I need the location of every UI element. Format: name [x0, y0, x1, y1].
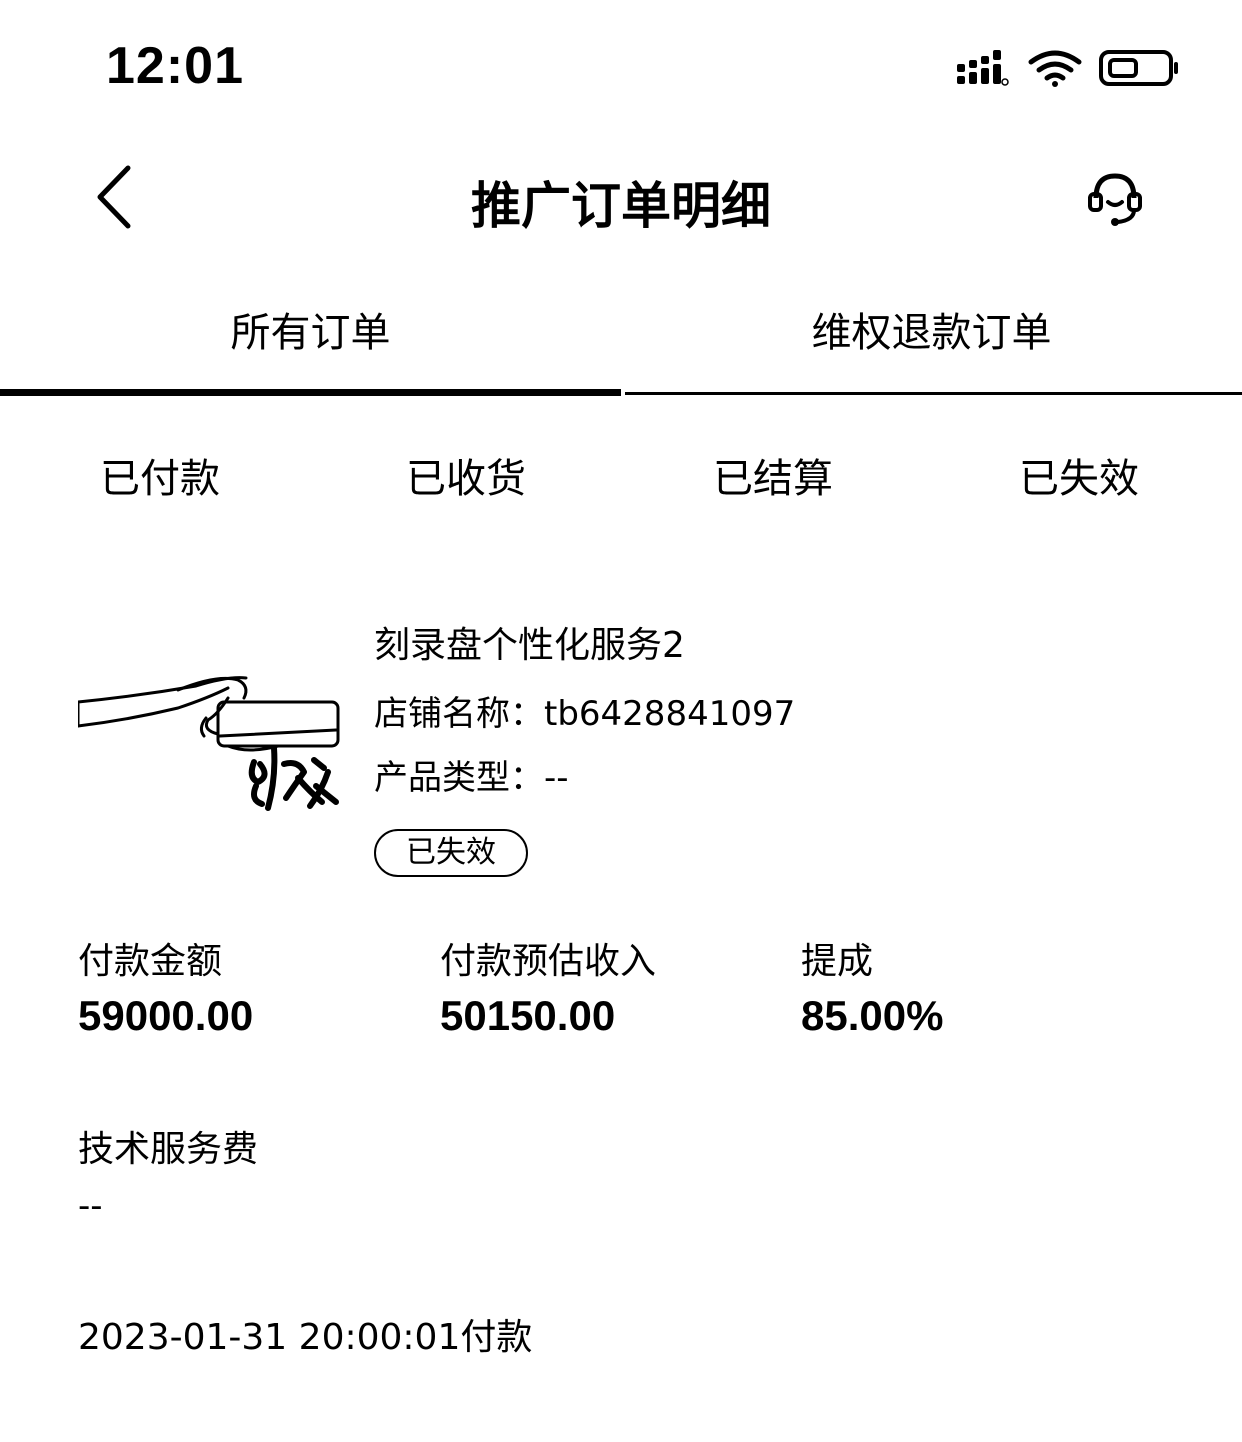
tab-refund-orders-label: 维权退款订单 [811, 310, 1052, 356]
filter-received[interactable]: 已收货 [406, 446, 526, 504]
product-image [78, 676, 340, 811]
tab-all-orders[interactable]: 所有订单 [0, 300, 621, 358]
filter-paid[interactable]: 已付款 [100, 446, 220, 504]
shop-name: 店铺名称：tb6428841097 [374, 694, 796, 734]
product-type: 产品类型：-- [374, 758, 569, 798]
estimated-income-label: 付款预估收入 [440, 941, 657, 982]
page-title: 推广订单明细 [471, 177, 771, 235]
status-badge: 已失效 [374, 829, 528, 877]
battery-icon [1099, 50, 1178, 86]
headset-icon [1088, 173, 1142, 226]
commission-label: 提成 [801, 941, 874, 982]
filter-settled[interactable]: 已结算 [713, 446, 833, 504]
service-fee-value: -- [78, 1186, 103, 1226]
product-title[interactable]: 刻录盘个性化服务2 [374, 616, 685, 668]
service-fee-label: 技术服务费 [78, 1129, 259, 1170]
paid-time: 2023-01-31 20:00:01付款 [78, 1317, 533, 1358]
tab-all-orders-label: 所有订单 [230, 310, 391, 356]
wifi-icon [1028, 50, 1082, 81]
tab-refund-orders[interactable]: 维权退款订单 [621, 300, 1242, 358]
customer-service-button[interactable] [1084, 168, 1146, 230]
status-icons [957, 50, 1178, 87]
tab-active-indicator [0, 389, 621, 396]
signal-icon [957, 50, 1009, 86]
payment-amount-label: 付款金额 [78, 941, 223, 982]
filter-expired[interactable]: 已失效 [1019, 446, 1139, 504]
tab-divider [625, 392, 1242, 395]
estimated-income-value: 50150.00 [440, 992, 616, 1039]
commission-value: 85.00% [801, 992, 944, 1039]
payment-amount-value: 59000.00 [78, 992, 254, 1039]
status-time: 12:01 [106, 37, 244, 95]
